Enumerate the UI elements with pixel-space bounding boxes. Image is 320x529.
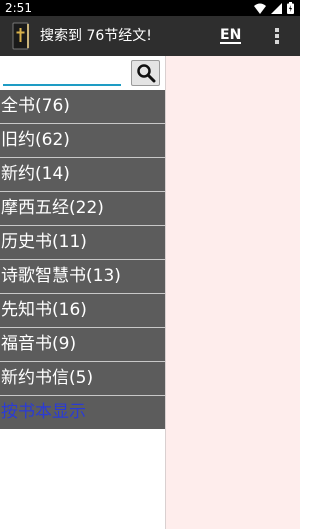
filter-history-books[interactable]: 历史书(11) <box>0 226 166 260</box>
status-icons <box>254 2 294 14</box>
more-vert-icon[interactable] <box>272 26 282 46</box>
language-toggle-button[interactable]: EN <box>220 16 242 54</box>
wifi-icon <box>254 3 266 14</box>
show-by-book-link[interactable]: 按书本显示 <box>0 396 166 429</box>
filter-gospels[interactable]: 福音书(9) <box>0 328 166 362</box>
filter-poetry-wisdom[interactable]: 诗歌智慧书(13) <box>0 260 166 294</box>
battery-icon <box>287 2 294 14</box>
filter-new-testament[interactable]: 新约(14) <box>0 158 166 192</box>
filter-old-testament[interactable]: 旧约(62) <box>0 124 166 158</box>
results-area[interactable] <box>166 56 300 529</box>
cellular-icon <box>271 2 282 14</box>
filter-all-books[interactable]: 全书(76) <box>0 90 166 124</box>
filter-list: 全书(76) 旧约(62) 新约(14) 摩西五经(22) 历史书(11) 诗歌… <box>0 90 166 429</box>
status-time: 2:51 <box>5 1 32 15</box>
filter-prophets[interactable]: 先知书(16) <box>0 294 166 328</box>
search-row <box>0 56 166 90</box>
app-bar: 搜索到 76节经文! EN <box>0 16 300 56</box>
status-bar: 2:51 <box>0 0 300 16</box>
search-icon <box>136 64 155 83</box>
filter-epistles[interactable]: 新约书信(5) <box>0 362 166 396</box>
app-title: 搜索到 76节经文! <box>40 28 152 44</box>
search-input[interactable] <box>3 60 121 86</box>
bible-icon[interactable] <box>12 22 30 50</box>
filter-pentateuch[interactable]: 摩西五经(22) <box>0 192 166 226</box>
search-button[interactable] <box>131 60 160 86</box>
filter-panel: 全书(76) 旧约(62) 新约(14) 摩西五经(22) 历史书(11) 诗歌… <box>0 56 166 529</box>
